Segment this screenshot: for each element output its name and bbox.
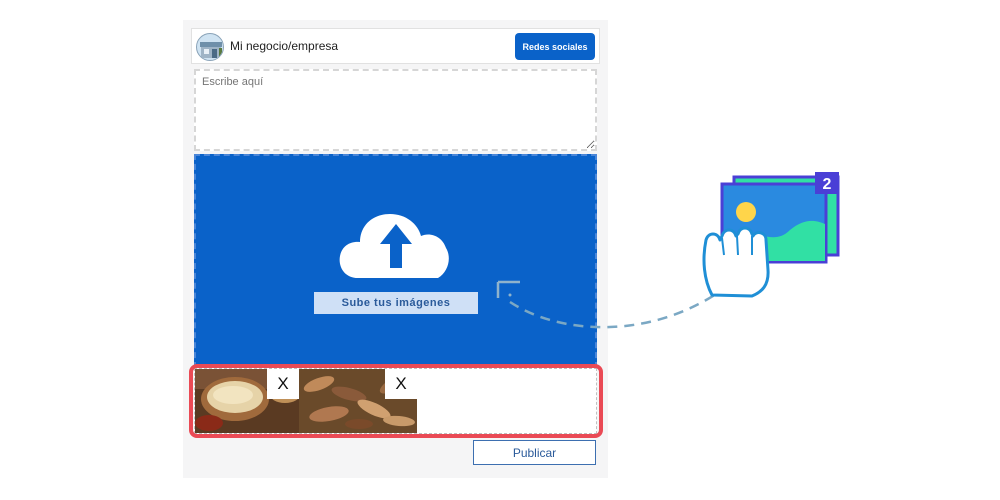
badge-count: 2: [823, 176, 832, 193]
cloud-upload-icon: [339, 214, 449, 278]
upload-images-label: Sube tus imágenes: [314, 292, 478, 314]
store-icon: [200, 42, 222, 58]
publish-button[interactable]: Publicar: [473, 440, 596, 465]
composer-header: Mi negocio/empresa Redes sociales: [191, 28, 600, 64]
highlight-frame: [189, 364, 603, 438]
business-name: Mi negocio/empresa: [230, 39, 339, 53]
drag-images-illustration: 2: [496, 172, 840, 329]
drag-path-line: [509, 288, 723, 329]
social-networks-button[interactable]: Redes sociales: [515, 33, 595, 60]
post-text-input[interactable]: [194, 69, 597, 151]
business-avatar: [196, 33, 224, 61]
grab-hand-icon: [702, 226, 770, 298]
